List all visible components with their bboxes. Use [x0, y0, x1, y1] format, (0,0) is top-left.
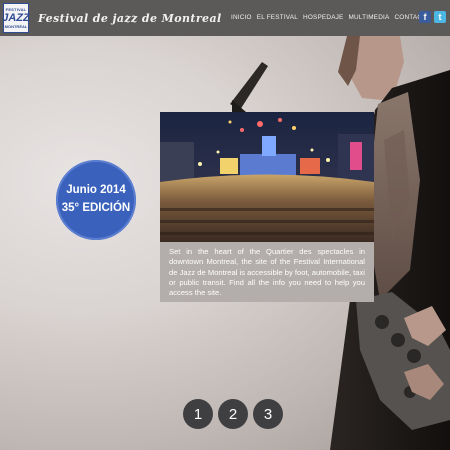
nav-item-inicio[interactable]: INICIO — [231, 14, 252, 21]
site-title: Festival de jazz de Montreal — [38, 12, 222, 25]
logo-text-bottom: MONTRÉAL — [4, 23, 28, 29]
edition-number: 35° EDICIÓN — [61, 202, 131, 214]
nav-item-multimedia[interactable]: MULTIMEDIA — [349, 14, 390, 21]
festival-logo[interactable]: FESTIVAL JAZZ MONTRÉAL — [2, 3, 30, 33]
nav-item-hospedaje[interactable]: HOSPEDAJE — [303, 14, 344, 21]
festival-crowd-photo — [160, 112, 374, 242]
slide-pager: 1 2 3 — [183, 399, 283, 429]
logo-text-top: FESTIVAL — [5, 6, 27, 12]
main-nav: INICIO EL FESTIVAL HOSPEDAJE MULTIMEDIA … — [231, 14, 431, 21]
page-button-3[interactable]: 3 — [253, 399, 283, 429]
edition-badge: Junio 2014 35° EDICIÓN — [56, 160, 136, 240]
edition-date: Junio 2014 — [66, 184, 126, 197]
caption-text: Set in the heart of the Quartier des spe… — [160, 242, 374, 302]
nav-item-el-festival[interactable]: EL FESTIVAL — [257, 14, 298, 21]
twitter-icon[interactable]: t — [434, 11, 446, 23]
facebook-icon[interactable]: f — [419, 11, 431, 23]
page-button-2[interactable]: 2 — [218, 399, 248, 429]
top-navigation-bar: FESTIVAL JAZZ MONTRÉAL Festival de jazz … — [0, 0, 450, 36]
logo-text-main: JAZZ — [2, 11, 30, 24]
page-button-1[interactable]: 1 — [183, 399, 213, 429]
